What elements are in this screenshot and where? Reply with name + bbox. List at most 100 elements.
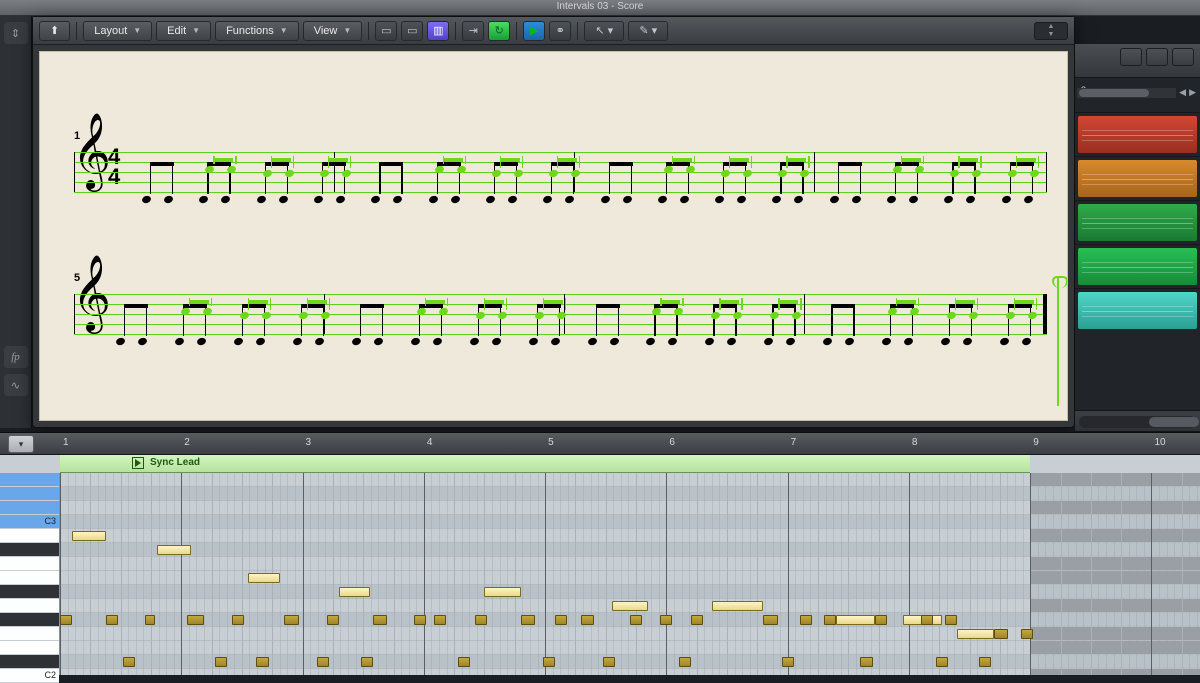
note-head[interactable] bbox=[886, 195, 897, 204]
midi-note[interactable] bbox=[256, 657, 268, 667]
pencil-tool-icon[interactable]: ✎ ▾ bbox=[628, 21, 668, 41]
region-header[interactable]: Sync Lead bbox=[60, 455, 1030, 473]
midi-note[interactable] bbox=[875, 615, 887, 625]
note-head[interactable] bbox=[903, 337, 914, 346]
menu-layout[interactable]: Layout▼ bbox=[83, 21, 152, 41]
midi-note[interactable] bbox=[123, 657, 135, 667]
piano-key[interactable] bbox=[0, 473, 59, 487]
note-head[interactable] bbox=[609, 337, 620, 346]
note-head[interactable] bbox=[550, 337, 561, 346]
midi-note[interactable] bbox=[630, 615, 642, 625]
midi-note[interactable] bbox=[361, 657, 373, 667]
midi-note[interactable] bbox=[521, 615, 536, 625]
piano-key[interactable] bbox=[0, 641, 59, 655]
note-head[interactable] bbox=[163, 195, 174, 204]
note-head[interactable] bbox=[373, 337, 384, 346]
note-head[interactable] bbox=[679, 195, 690, 204]
piano-roll-menu-button[interactable]: ▾ bbox=[8, 435, 34, 453]
midi-note[interactable] bbox=[284, 615, 299, 625]
note-head[interactable] bbox=[785, 337, 796, 346]
note-head[interactable] bbox=[450, 195, 461, 204]
note-head[interactable] bbox=[507, 195, 518, 204]
list-view-icon[interactable] bbox=[1120, 48, 1142, 66]
midi-note[interactable] bbox=[232, 615, 244, 625]
midi-note[interactable] bbox=[555, 615, 567, 625]
note-head[interactable] bbox=[705, 337, 716, 346]
note-head[interactable] bbox=[881, 337, 892, 346]
note-head[interactable] bbox=[432, 337, 443, 346]
note-head[interactable] bbox=[844, 337, 855, 346]
piano-key[interactable] bbox=[0, 571, 59, 585]
region[interactable] bbox=[1078, 248, 1197, 285]
midi-note[interactable] bbox=[187, 615, 204, 625]
note-head[interactable] bbox=[528, 337, 539, 346]
view-mode-wrapped-icon[interactable]: ▭ bbox=[401, 21, 423, 41]
note-head[interactable] bbox=[622, 195, 633, 204]
scroll-left-icon[interactable]: ◀ bbox=[1179, 87, 1186, 98]
link-icon[interactable]: ⚭ bbox=[549, 21, 571, 41]
midi-note[interactable] bbox=[660, 615, 672, 625]
note-head[interactable] bbox=[196, 337, 207, 346]
dynamics-icon[interactable]: fp bbox=[4, 346, 28, 368]
note-head[interactable] bbox=[335, 195, 346, 204]
piano-key[interactable] bbox=[0, 557, 59, 571]
piano-key[interactable] bbox=[0, 585, 59, 599]
tracks-horizontal-scrollbar[interactable] bbox=[1077, 88, 1176, 98]
midi-note[interactable] bbox=[317, 657, 329, 667]
midi-note[interactable] bbox=[691, 615, 703, 625]
note-head[interactable] bbox=[278, 195, 289, 204]
track-lane[interactable] bbox=[1075, 288, 1200, 332]
menu-view[interactable]: View▼ bbox=[303, 21, 363, 41]
midi-note[interactable] bbox=[945, 615, 957, 625]
piano-key[interactable] bbox=[0, 599, 59, 613]
catch-playhead-icon[interactable]: ▶ bbox=[523, 21, 545, 41]
hierarchy-back-button[interactable]: ⬆ bbox=[39, 21, 70, 41]
midi-note[interactable] bbox=[157, 545, 191, 555]
region[interactable] bbox=[1078, 160, 1197, 197]
note-head[interactable] bbox=[999, 337, 1010, 346]
midi-note[interactable] bbox=[800, 615, 812, 625]
note-head[interactable] bbox=[908, 195, 919, 204]
note-head[interactable] bbox=[587, 337, 598, 346]
menu-functions[interactable]: Functions▼ bbox=[215, 21, 299, 41]
midi-note[interactable] bbox=[603, 657, 615, 667]
note-head[interactable] bbox=[115, 337, 126, 346]
note-head[interactable] bbox=[966, 195, 977, 204]
midi-note[interactable] bbox=[1021, 629, 1033, 639]
note-head[interactable] bbox=[220, 195, 231, 204]
piano-roll-ruler[interactable]: ▾ 12345678910 bbox=[0, 433, 1200, 455]
piano-key[interactable] bbox=[0, 487, 59, 501]
midi-note[interactable] bbox=[106, 615, 118, 625]
midi-note[interactable] bbox=[936, 657, 948, 667]
note-head[interactable] bbox=[829, 195, 840, 204]
note-head[interactable] bbox=[727, 337, 738, 346]
note-head[interactable] bbox=[351, 337, 362, 346]
scrollbar-thumb[interactable] bbox=[1079, 89, 1149, 97]
midi-note[interactable] bbox=[612, 601, 648, 611]
note-head[interactable] bbox=[1001, 195, 1012, 204]
mixer-icon[interactable] bbox=[1172, 48, 1194, 66]
track-lane[interactable] bbox=[1075, 244, 1200, 288]
note-head[interactable] bbox=[1023, 195, 1034, 204]
midi-note[interactable] bbox=[145, 615, 155, 625]
note-head[interactable] bbox=[542, 195, 553, 204]
midi-note[interactable] bbox=[60, 615, 72, 625]
piano-key[interactable] bbox=[0, 627, 59, 641]
midi-note[interactable] bbox=[458, 657, 470, 667]
note-head[interactable] bbox=[1021, 337, 1032, 346]
note-head[interactable] bbox=[794, 195, 805, 204]
midi-note[interactable] bbox=[957, 629, 993, 639]
midi-note[interactable] bbox=[72, 531, 106, 541]
note-head[interactable] bbox=[485, 195, 496, 204]
note-head[interactable] bbox=[313, 195, 324, 204]
note-head[interactable] bbox=[174, 337, 185, 346]
zoom-stepper[interactable]: ▲▼ bbox=[1034, 22, 1068, 40]
strip-updown-icon[interactable]: ⇕ bbox=[4, 22, 28, 44]
midi-note[interactable] bbox=[339, 587, 371, 597]
midi-note[interactable] bbox=[414, 615, 426, 625]
midi-note[interactable] bbox=[543, 657, 555, 667]
midi-note[interactable] bbox=[434, 615, 446, 625]
note-head[interactable] bbox=[370, 195, 381, 204]
piano-key[interactable]: C2 bbox=[0, 669, 59, 683]
piano-key[interactable]: C3 bbox=[0, 515, 59, 529]
